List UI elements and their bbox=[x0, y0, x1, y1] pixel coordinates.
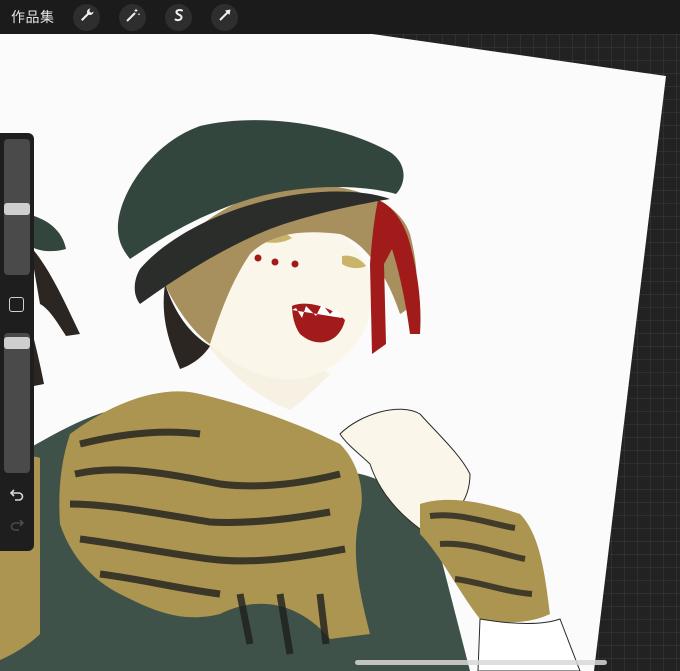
face-dot-1 bbox=[254, 254, 262, 262]
brush-sidebar bbox=[0, 133, 34, 551]
brush-size-thumb[interactable] bbox=[4, 203, 30, 216]
modify-button[interactable] bbox=[9, 297, 24, 312]
transform-button[interactable] bbox=[211, 3, 238, 31]
magic-wand-icon bbox=[125, 7, 141, 28]
artwork-canvas[interactable] bbox=[0, 34, 680, 671]
redo-icon bbox=[10, 518, 25, 536]
redo-button[interactable] bbox=[8, 519, 26, 535]
adjustments-button[interactable] bbox=[119, 3, 146, 31]
transform-arrow-icon bbox=[217, 7, 233, 28]
brush-opacity-thumb[interactable] bbox=[4, 337, 30, 349]
brush-opacity-slider[interactable] bbox=[4, 333, 30, 473]
actions-button[interactable] bbox=[73, 3, 100, 31]
face-dot-3 bbox=[291, 260, 299, 268]
undo-button[interactable] bbox=[8, 489, 26, 505]
face-dot-2 bbox=[271, 258, 279, 266]
gallery-button[interactable]: 作品集 bbox=[11, 7, 73, 27]
top-toolbar: 作品集 bbox=[0, 0, 680, 34]
selection-s-icon bbox=[171, 7, 187, 28]
home-indicator bbox=[355, 660, 607, 665]
undo-icon bbox=[9, 488, 24, 506]
wrench-icon bbox=[79, 7, 95, 28]
brush-size-slider[interactable] bbox=[4, 139, 30, 275]
selection-button[interactable] bbox=[165, 3, 192, 31]
